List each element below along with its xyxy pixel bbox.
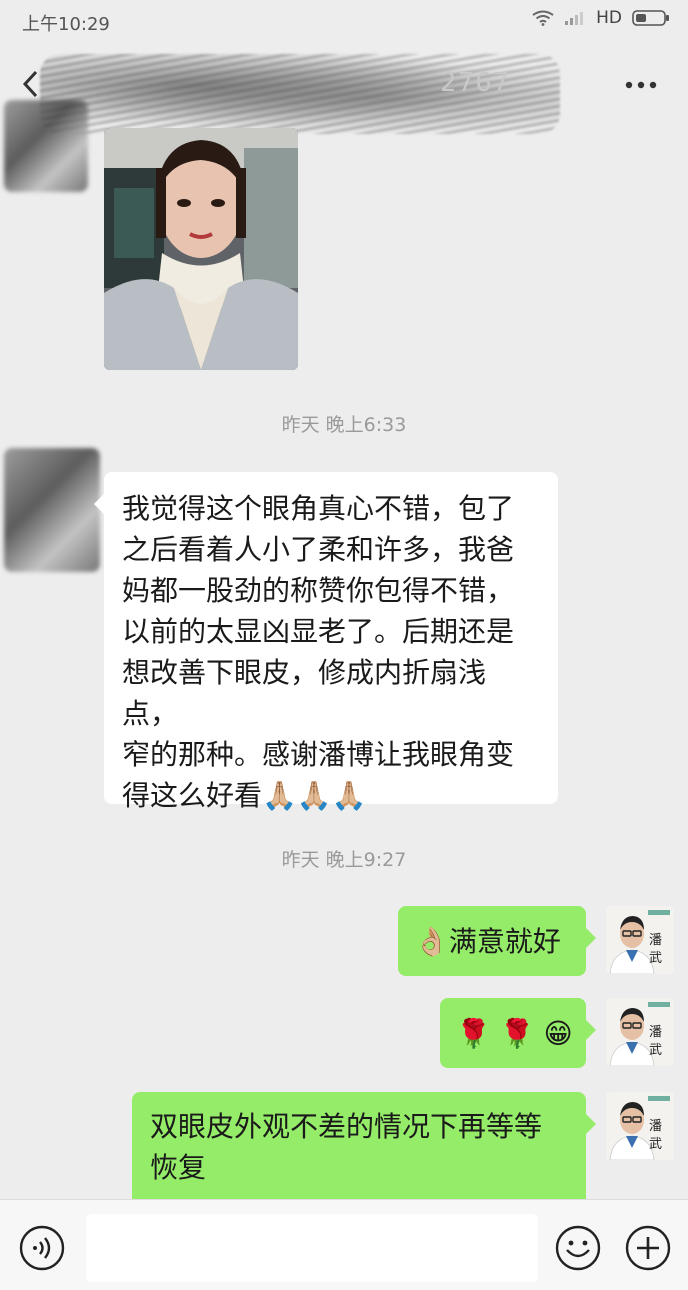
message-line: 以前的太显凶显老了。后期还是 [122,615,515,648]
photo-portrait [104,128,298,370]
image-message[interactable] [104,128,298,370]
message-line: 恢复 [150,1151,207,1184]
sent-message[interactable]: 👌🏼满意就好 [398,906,596,976]
message-timestamp: 昨天 晚上9:27 [281,849,407,871]
message-composer [0,1199,688,1290]
message-input[interactable] [86,1214,538,1282]
doctor-avatar[interactable]: 潘 武 [606,906,674,974]
doctor-name-glyph: 潘 [649,1025,662,1040]
message-line: 得这么好看🙏🏼🙏🏼🙏🏼 [122,779,367,812]
chat-header: 2767 [0,44,688,134]
doctor-portrait: 潘 武 [606,906,674,974]
doctor-portrait: 潘 武 [606,1092,674,1160]
doctor-name-glyph: 潘 [649,933,662,948]
received-message[interactable]: 我觉得这个眼角真心不错，包了 之后看着人小了柔和许多，我爸 妈都一股劲的称赞你包… [94,472,558,812]
back-arrow-icon[interactable] [18,66,42,102]
message-text: 🌹 🌹 😁 [456,1016,573,1050]
sent-message[interactable]: 双眼皮外观不差的情况下再等等 恢复 [132,1092,596,1212]
message-text: 👌🏼满意就好 [414,924,561,958]
message-line: 双眼皮外观不差的情况下再等等 [150,1110,543,1143]
signal-icon [565,12,584,25]
message-timestamp: 昨天 晚上6:33 [281,414,407,436]
battery-icon [632,10,669,26]
message-line: 我觉得这个眼角真心不错，包了 [122,492,515,525]
chat-title: 2767 [440,68,511,98]
message-line: 窄的那种。感谢潘博让我眼角变 [122,738,515,771]
more-options-icon[interactable] [624,80,658,90]
message-line: 妈都一股劲的称赞你包得不错， [122,574,515,607]
status-time: 上午10:29 [22,14,110,35]
doctor-name-glyph: 武 [649,1137,662,1152]
doctor-avatar[interactable]: 潘 武 [606,1092,674,1160]
wifi-icon [532,10,554,26]
contact-avatar[interactable] [4,100,88,192]
sent-message[interactable]: 🌹 🌹 😁 [440,998,596,1068]
doctor-name-glyph: 武 [649,1043,662,1058]
contact-avatar[interactable] [4,448,100,572]
status-bar: 上午10:29 HD [0,0,688,44]
voice-input-icon[interactable] [18,1224,66,1272]
message-line: 之后看着人小了柔和许多，我爸 [122,533,515,566]
doctor-portrait: 潘 武 [606,998,674,1066]
status-icons: HD [532,8,670,28]
doctor-name-glyph: 潘 [649,1119,662,1134]
emoji-icon[interactable] [554,1224,602,1272]
network-type: HD [596,8,622,28]
doctor-avatar[interactable]: 潘 武 [606,998,674,1066]
doctor-name-glyph: 武 [649,951,662,966]
plus-icon[interactable] [624,1224,672,1272]
message-line: 想改善下眼皮，修成内折扇浅点， [122,656,487,730]
